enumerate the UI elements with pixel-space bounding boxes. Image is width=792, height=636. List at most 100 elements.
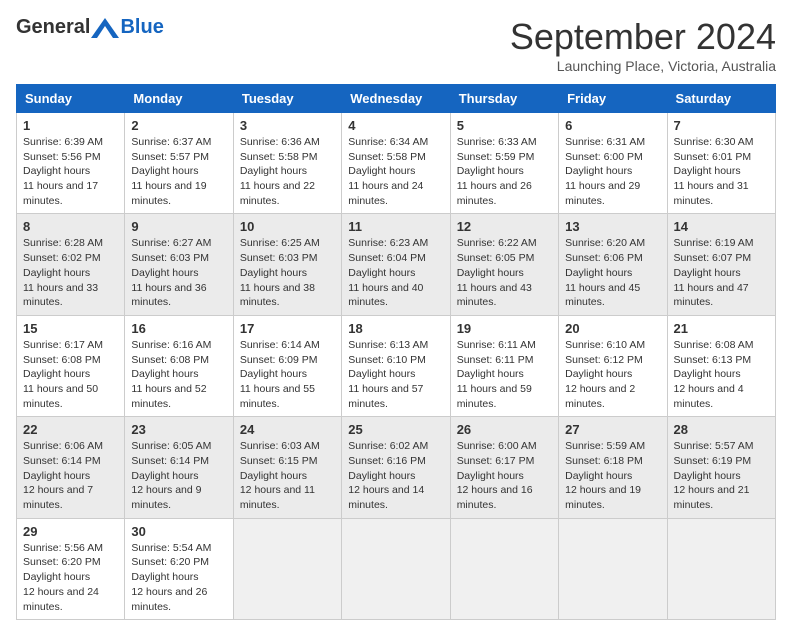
calendar-cell: 24Sunrise: 6:03 AMSunset: 6:15 PMDayligh…	[233, 417, 341, 518]
day-info: Sunrise: 6:16 AMSunset: 6:08 PMDaylight …	[131, 338, 226, 411]
calendar-week-2: 8 Sunrise: 6:28 AMSunset: 6:02 PMDaylight…	[17, 214, 776, 315]
calendar-header-wednesday: Wednesday	[342, 85, 450, 113]
calendar-cell	[667, 518, 775, 619]
day-number: 12	[457, 219, 552, 234]
day-info: Sunrise: 5:56 AMSunset: 6:20 PMDaylight …	[23, 541, 118, 614]
day-number: 26	[457, 422, 552, 437]
day-number: 28	[674, 422, 769, 437]
day-number: 29	[23, 524, 118, 539]
calendar-cell: 17 Sunrise: 6:14 AMSunset: 6:09 PMDayligh…	[233, 315, 341, 416]
day-number: 15	[23, 321, 118, 336]
day-number: 1	[23, 118, 118, 133]
day-number: 19	[457, 321, 552, 336]
day-info: Sunrise: 5:59 AMSunset: 6:18 PMDaylight …	[565, 439, 660, 512]
calendar-cell: 4 Sunrise: 6:34 AMSunset: 5:58 PMDaylight…	[342, 113, 450, 214]
day-info: Sunrise: 6:25 AMSunset: 6:03 PMDaylight …	[240, 236, 335, 309]
day-info: Sunrise: 6:02 AMSunset: 6:16 PMDaylight …	[348, 439, 443, 512]
day-info: Sunrise: 6:22 AMSunset: 6:05 PMDaylight …	[457, 236, 552, 309]
logo-icon	[91, 18, 119, 38]
calendar-table: SundayMondayTuesdayWednesdayThursdayFrid…	[16, 84, 776, 620]
day-number: 24	[240, 422, 335, 437]
day-number: 13	[565, 219, 660, 234]
calendar-header-row: SundayMondayTuesdayWednesdayThursdayFrid…	[17, 85, 776, 113]
calendar-cell	[233, 518, 341, 619]
calendar-cell: 3 Sunrise: 6:36 AMSunset: 5:58 PMDaylight…	[233, 113, 341, 214]
calendar-header-thursday: Thursday	[450, 85, 558, 113]
day-number: 27	[565, 422, 660, 437]
calendar-cell: 30Sunrise: 5:54 AMSunset: 6:20 PMDayligh…	[125, 518, 233, 619]
calendar-cell: 5 Sunrise: 6:33 AMSunset: 5:59 PMDaylight…	[450, 113, 558, 214]
day-number: 17	[240, 321, 335, 336]
page-subtitle: Launching Place, Victoria, Australia	[510, 58, 776, 74]
day-info: Sunrise: 6:39 AMSunset: 5:56 PMDaylight …	[23, 135, 118, 208]
day-info: Sunrise: 5:57 AMSunset: 6:19 PMDaylight …	[674, 439, 769, 512]
day-number: 8	[23, 219, 118, 234]
logo-blue-text: Blue	[120, 16, 163, 39]
day-info: Sunrise: 6:33 AMSunset: 5:59 PMDaylight …	[457, 135, 552, 208]
day-info: Sunrise: 6:10 AMSunset: 6:12 PMDaylight …	[565, 338, 660, 411]
page-title: September 2024	[510, 16, 776, 58]
day-number: 5	[457, 118, 552, 133]
calendar-header-sunday: Sunday	[17, 85, 125, 113]
day-info: Sunrise: 6:05 AMSunset: 6:14 PMDaylight …	[131, 439, 226, 512]
day-number: 4	[348, 118, 443, 133]
day-number: 10	[240, 219, 335, 234]
calendar-header-tuesday: Tuesday	[233, 85, 341, 113]
calendar-cell: 22Sunrise: 6:06 AMSunset: 6:14 PMDayligh…	[17, 417, 125, 518]
calendar-cell	[342, 518, 450, 619]
day-number: 16	[131, 321, 226, 336]
day-info: Sunrise: 6:30 AMSunset: 6:01 PMDaylight …	[674, 135, 769, 208]
day-number: 21	[674, 321, 769, 336]
day-number: 18	[348, 321, 443, 336]
day-number: 7	[674, 118, 769, 133]
calendar-cell: 2 Sunrise: 6:37 AMSunset: 5:57 PMDaylight…	[125, 113, 233, 214]
day-info: Sunrise: 6:31 AMSunset: 6:00 PMDaylight …	[565, 135, 660, 208]
day-info: Sunrise: 6:34 AMSunset: 5:58 PMDaylight …	[348, 135, 443, 208]
day-info: Sunrise: 6:37 AMSunset: 5:57 PMDaylight …	[131, 135, 226, 208]
day-info: Sunrise: 6:17 AMSunset: 6:08 PMDaylight …	[23, 338, 118, 411]
day-info: Sunrise: 6:13 AMSunset: 6:10 PMDaylight …	[348, 338, 443, 411]
calendar-week-3: 15 Sunrise: 6:17 AMSunset: 6:08 PMDayligh…	[17, 315, 776, 416]
day-number: 9	[131, 219, 226, 234]
calendar-cell: 7 Sunrise: 6:30 AMSunset: 6:01 PMDaylight…	[667, 113, 775, 214]
day-number: 20	[565, 321, 660, 336]
calendar-cell: 20 Sunrise: 6:10 AMSunset: 6:12 PMDayligh…	[559, 315, 667, 416]
day-number: 6	[565, 118, 660, 133]
calendar-cell: 27 Sunrise: 5:59 AMSunset: 6:18 PMDayligh…	[559, 417, 667, 518]
day-info: Sunrise: 6:00 AMSunset: 6:17 PMDaylight …	[457, 439, 552, 512]
day-info: Sunrise: 6:14 AMSunset: 6:09 PMDaylight …	[240, 338, 335, 411]
day-number: 3	[240, 118, 335, 133]
calendar-week-1: 1 Sunrise: 6:39 AMSunset: 5:56 PMDaylight…	[17, 113, 776, 214]
day-info: Sunrise: 6:20 AMSunset: 6:06 PMDaylight …	[565, 236, 660, 309]
day-info: Sunrise: 6:19 AMSunset: 6:07 PMDaylight …	[674, 236, 769, 309]
calendar-cell: 11Sunrise: 6:23 AMSunset: 6:04 PMDayligh…	[342, 214, 450, 315]
day-number: 14	[674, 219, 769, 234]
day-info: Sunrise: 6:11 AMSunset: 6:11 PMDaylight …	[457, 338, 552, 411]
calendar-cell: 8 Sunrise: 6:28 AMSunset: 6:02 PMDaylight…	[17, 214, 125, 315]
calendar-header-saturday: Saturday	[667, 85, 775, 113]
calendar-cell	[559, 518, 667, 619]
title-section: September 2024 Launching Place, Victoria…	[510, 16, 776, 74]
calendar-cell: 15 Sunrise: 6:17 AMSunset: 6:08 PMDayligh…	[17, 315, 125, 416]
calendar-cell: 25 Sunrise: 6:02 AMSunset: 6:16 PMDayligh…	[342, 417, 450, 518]
calendar-cell: 6 Sunrise: 6:31 AMSunset: 6:00 PMDaylight…	[559, 113, 667, 214]
calendar-cell: 10 Sunrise: 6:25 AMSunset: 6:03 PMDayligh…	[233, 214, 341, 315]
calendar-cell: 28 Sunrise: 5:57 AMSunset: 6:19 PMDayligh…	[667, 417, 775, 518]
calendar-cell: 1 Sunrise: 6:39 AMSunset: 5:56 PMDaylight…	[17, 113, 125, 214]
day-info: Sunrise: 6:06 AMSunset: 6:14 PMDaylight …	[23, 439, 118, 512]
day-number: 25	[348, 422, 443, 437]
day-info: Sunrise: 6:23 AMSunset: 6:04 PMDaylight …	[348, 236, 443, 309]
calendar-header-monday: Monday	[125, 85, 233, 113]
calendar-cell: 9Sunrise: 6:27 AMSunset: 6:03 PMDaylight…	[125, 214, 233, 315]
logo-general-text: General	[16, 16, 90, 39]
day-info: Sunrise: 6:36 AMSunset: 5:58 PMDaylight …	[240, 135, 335, 208]
day-number: 23	[131, 422, 226, 437]
calendar-cell: 21Sunrise: 6:08 AMSunset: 6:13 PMDayligh…	[667, 315, 775, 416]
calendar-week-5: 29 Sunrise: 5:56 AMSunset: 6:20 PMDayligh…	[17, 518, 776, 619]
page-header: General Blue September 2024 Launching Pl…	[16, 16, 776, 74]
calendar-week-4: 22Sunrise: 6:06 AMSunset: 6:14 PMDayligh…	[17, 417, 776, 518]
calendar-header-friday: Friday	[559, 85, 667, 113]
day-number: 2	[131, 118, 226, 133]
day-info: Sunrise: 6:28 AMSunset: 6:02 PMDaylight …	[23, 236, 118, 309]
calendar-cell: 14 Sunrise: 6:19 AMSunset: 6:07 PMDayligh…	[667, 214, 775, 315]
